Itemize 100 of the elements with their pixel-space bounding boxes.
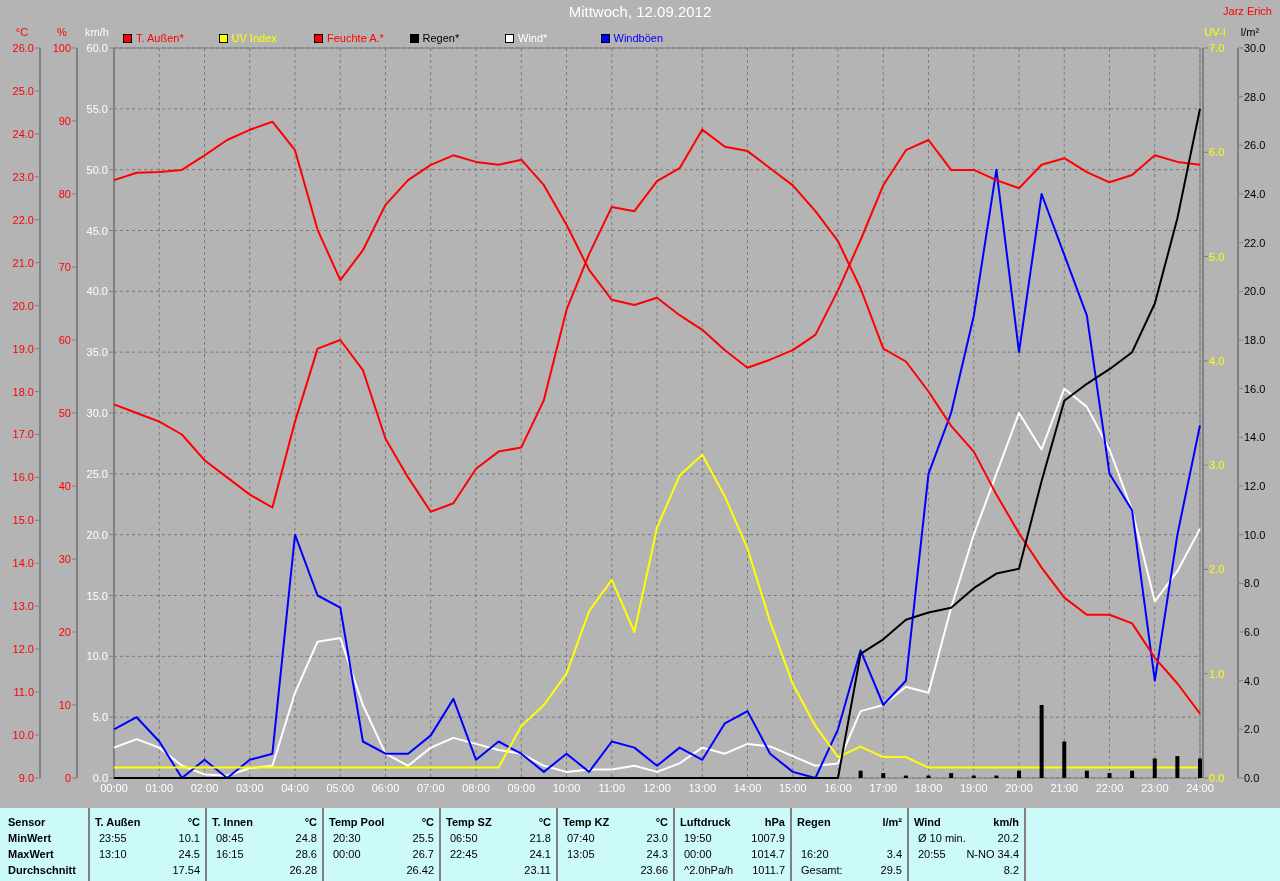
axis-tick-label: 26.0: [12, 42, 34, 54]
axis-tick-label: 4.0: [1209, 354, 1225, 367]
axis-tick-label: 0: [64, 772, 71, 784]
axis-tick-label: 10: [58, 699, 71, 711]
axis-tick-label: 30: [58, 553, 71, 565]
axis-tick-label: 16:00: [824, 782, 852, 794]
axis-tick-label: 14.0: [1244, 431, 1266, 444]
axis-tick-label: 60.0: [86, 42, 108, 54]
axis-tick-label: 15.0: [12, 514, 34, 527]
stat-time: 20:55: [918, 847, 946, 862]
rain-bar: [971, 775, 976, 778]
section-title: Temp KZ: [563, 815, 610, 830]
unit-label: °C: [655, 815, 668, 830]
stat-time: 22:45: [450, 847, 478, 862]
axis-tick-label: 55.0: [86, 102, 108, 115]
axis-tick-label: 60: [58, 334, 71, 346]
axis-tick-label: 80: [58, 188, 71, 200]
rain-bar: [1130, 770, 1135, 778]
stat-value: N-NO 34.4: [966, 847, 1019, 862]
rain-bar: [1017, 770, 1021, 778]
stat-value: 23.66: [640, 863, 668, 878]
unit-label: l/m²: [882, 815, 902, 830]
axis-tick-label: 05:00: [326, 782, 354, 794]
legend-label: Wind*: [518, 32, 548, 44]
axis-tick-label: 5.0: [92, 711, 108, 724]
axis-tick-label: 22.0: [12, 213, 34, 226]
stat-value: 1007.9: [751, 831, 785, 846]
axis-tick-label: 0.0: [92, 772, 108, 784]
section-title: Regen: [797, 815, 831, 830]
axis-tick-label: 30.0: [1244, 42, 1266, 54]
axis-tick-label: 14.0: [12, 557, 34, 570]
axis-tick-label: 7.0: [1209, 42, 1225, 54]
row-label: MinWert: [8, 831, 53, 846]
axis-tick-label: 6.0: [1244, 626, 1260, 638]
axis-tick-label: 16.0: [12, 471, 34, 484]
stat-value: 24.5: [178, 847, 200, 862]
section-title: T. Innen: [212, 815, 253, 830]
axis-unit-label: °C: [15, 26, 29, 38]
unit-label: °C: [187, 815, 200, 830]
axis-tick-label: 19.0: [12, 342, 34, 355]
unit-label: hPa: [764, 815, 785, 830]
rain-bar: [926, 775, 931, 778]
stat-value: 26.28: [289, 863, 317, 878]
axis-tick-label: 20:00: [1005, 782, 1033, 794]
stat-value: 8.2: [1003, 863, 1019, 878]
axis-tick-label: 40.0: [86, 285, 108, 298]
axis-tick-label: 10.0: [86, 650, 108, 663]
axis-tick-label: 20.0: [1244, 285, 1266, 298]
author-label: Jarz Erich: [1223, 4, 1272, 19]
stat-time: 13:10: [99, 847, 127, 862]
row-label: MaxWert: [8, 847, 55, 862]
row-label: Durchschnitt: [8, 863, 77, 878]
axis-tick-label: 17:00: [869, 782, 897, 794]
axis-tick-label: 04:00: [281, 782, 309, 794]
axis-tick-label: 20: [58, 626, 71, 638]
axis-tick-label: 5.0: [1209, 250, 1225, 263]
axis-tick-label: 17.0: [12, 428, 34, 441]
axis-tick-label: 25.0: [12, 84, 34, 97]
axis-tick-label: 20.0: [12, 299, 34, 312]
section-title: Wind: [914, 815, 941, 830]
axis-tick-label: 8.0: [1244, 577, 1260, 590]
axis-tick-label: 0.0: [1244, 772, 1260, 784]
axis-tick-label: 13.0: [12, 600, 34, 613]
axis-tick-label: 9.0: [18, 772, 34, 784]
axis-tick-label: 18.0: [1244, 334, 1266, 346]
axis-tick-label: 50: [58, 407, 71, 419]
axis-tick-label: 11:00: [598, 782, 626, 794]
stat-time: 06:50: [450, 831, 478, 846]
axis-tick-label: 0.0: [1209, 772, 1225, 784]
stat-time: 20:30: [333, 831, 361, 846]
axis-unit-label: km/h: [85, 26, 109, 38]
axis-tick-label: 6.0: [1209, 146, 1225, 159]
unit-label: °C: [304, 815, 317, 830]
stat-time: 13:05: [567, 847, 595, 862]
axis-unit-label: l/m²: [1240, 26, 1260, 38]
axis-tick-label: 21.0: [12, 256, 34, 269]
axis-tick-label: 100: [52, 42, 71, 54]
axis-tick-label: 13:00: [688, 782, 716, 794]
axis-tick-label: 30.0: [86, 407, 108, 419]
stat-value: 25.5: [412, 831, 434, 846]
axis-tick-label: 35.0: [86, 346, 108, 359]
legend-label: Feuchte A.*: [327, 32, 384, 44]
axis-tick-label: 09:00: [507, 782, 535, 794]
stat-time: 19:50: [684, 831, 712, 846]
axis-tick-label: 4.0: [1244, 674, 1260, 687]
rain-bar: [858, 770, 863, 778]
chart-title: Mittwoch, 12.09.2012: [568, 1, 712, 22]
unit-label: km/h: [993, 815, 1019, 830]
axis-tick-label: 50.0: [86, 163, 108, 176]
axis-tick-label: 15.0: [86, 589, 108, 602]
stat-time: 07:40: [567, 831, 595, 846]
axis-tick-label: 21:00: [1050, 782, 1078, 794]
rain-bar: [1062, 741, 1067, 778]
stat-value: 21.8: [529, 831, 551, 846]
axis-tick-label: 08:00: [462, 782, 490, 794]
axis-tick-label: 24:00: [1186, 782, 1214, 794]
axis-tick-label: 03:00: [236, 782, 264, 794]
rain-bar: [1107, 773, 1112, 778]
axis-tick-label: 10.0: [1244, 528, 1266, 541]
axis-tick-label: 23.0: [12, 170, 34, 183]
